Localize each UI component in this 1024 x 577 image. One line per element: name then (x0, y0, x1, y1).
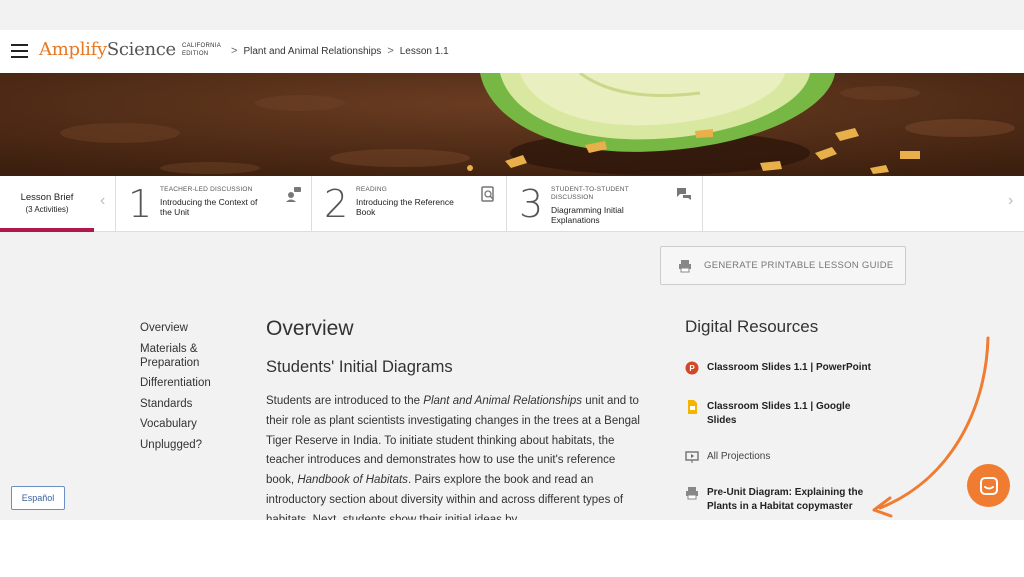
generate-lesson-guide-label: GENERATE PRINTABLE LESSON GUIDE (704, 260, 894, 271)
resource-link-google-slides[interactable]: Classroom Slides 1.1 | Google Slides (685, 400, 882, 428)
book-search-icon (481, 186, 494, 202)
activity-number: 3 (519, 182, 544, 226)
activity-title: Diagramming Initial Explanations (551, 205, 624, 225)
chevron-right-icon[interactable]: › (1008, 192, 1013, 210)
resource-link-all-projections[interactable]: All Projections (685, 450, 882, 464)
logo-product: Science (106, 39, 176, 60)
nav-vocabulary[interactable]: Vocabulary (140, 417, 240, 431)
chevron-left-icon[interactable]: ‹ (100, 192, 105, 210)
nav-overview[interactable]: Overview (140, 321, 240, 335)
lesson-brief-title: Lesson Brief (20, 192, 74, 203)
edition-label: CALIFORNIA EDITION (182, 42, 221, 58)
chat-bubbles-icon (677, 188, 691, 200)
print-icon (686, 487, 698, 500)
activity-number: 2 (324, 182, 349, 226)
activity-tab-2[interactable]: 2 READING Introducing the Reference Book (311, 176, 506, 232)
hero-banner-illustration (0, 73, 1024, 176)
breadcrumb-lesson[interactable]: Lesson 1.1 (400, 46, 449, 57)
breadcrumb-separator: > (231, 45, 238, 57)
nav-differentiation[interactable]: Differentiation (140, 376, 240, 390)
activity-tab-empty (702, 176, 1002, 232)
page-frame: AmplifyScience CALIFORNIA EDITION > Plant… (0, 0, 1024, 577)
app-viewport: AmplifyScience CALIFORNIA EDITION > Plant… (0, 0, 1024, 520)
activity-category: READING (356, 186, 388, 193)
lesson-brief-subtitle: (3 Activities) (25, 205, 69, 214)
printer-icon (679, 259, 691, 272)
chat-icon (979, 476, 998, 495)
activity-number: 1 (128, 182, 153, 226)
top-bar: AmplifyScience CALIFORNIA EDITION > Plant… (0, 30, 1024, 73)
resource-label: Classroom Slides 1.1 | Google Slides (707, 401, 851, 426)
activity-title: Introducing the Reference Book (356, 197, 454, 217)
resource-link-pre-unit-diagram[interactable]: Pre-Unit Diagram: Explaining the Plants … (685, 486, 882, 514)
nav-standards[interactable]: Standards (140, 397, 240, 411)
resource-link-powerpoint[interactable]: P Classroom Slides 1.1 | PowerPoint (685, 361, 882, 375)
breadcrumb-separator: > (387, 45, 394, 57)
projector-icon (685, 451, 699, 463)
activity-tab-3[interactable]: 3 STUDENT-TO-STUDENT DISCUSSION Diagramm… (506, 176, 702, 232)
book-title-italic: Handbook of Habitats (297, 474, 408, 487)
discussion-icon (286, 187, 301, 202)
app-logo[interactable]: AmplifyScience (39, 39, 176, 60)
breadcrumb: > Plant and Animal Relationships > Lesso… (231, 45, 449, 57)
main-content: Overview Students' Initial Diagrams Stud… (266, 316, 646, 520)
edition-line-2: EDITION (182, 51, 209, 57)
breadcrumb-unit[interactable]: Plant and Animal Relationships (243, 46, 381, 57)
digital-resources-panel: Digital Resources P Classroom Slides 1.1… (685, 316, 885, 512)
generate-lesson-guide-button[interactable]: GENERATE PRINTABLE LESSON GUIDE (660, 246, 906, 285)
page-title: Overview (266, 317, 354, 340)
digital-resources-heading: Digital Resources (685, 317, 819, 336)
unit-title-italic: Plant and Animal Relationships (423, 395, 583, 407)
activity-category: STUDENT-TO-STUDENT DISCUSSION (551, 186, 629, 201)
section-navigation: Overview Materials & Preparation Differe… (140, 321, 240, 458)
language-toggle-button[interactable]: Español (11, 486, 65, 510)
activity-title: Introducing the Context of the Unit (160, 197, 258, 217)
svg-text:P: P (689, 364, 695, 373)
google-slides-icon (688, 400, 697, 414)
overview-paragraph: Students are introduced to the Plant and… (266, 392, 646, 520)
resource-label: Pre-Unit Diagram: Explaining the Plants … (707, 487, 864, 512)
chat-support-button[interactable] (967, 464, 1010, 507)
tab-lesson-brief[interactable]: Lesson Brief (3 Activities) (0, 176, 94, 232)
edition-line-1: CALIFORNIA (182, 43, 222, 49)
paragraph-text: Students are introduced to the (266, 395, 424, 407)
powerpoint-icon: P (685, 361, 699, 375)
section-subheading: Students' Initial Diagrams (266, 358, 453, 376)
resource-label: All Projections (707, 451, 771, 462)
hero-artwork (0, 73, 1024, 176)
resource-label: Classroom Slides 1.1 | PowerPoint (707, 362, 871, 373)
nav-materials-preparation[interactable]: Materials & Preparation (140, 342, 240, 370)
activity-navigation-bar: Lesson Brief (3 Activities) ‹ 1 TEACHER-… (0, 176, 1024, 232)
activity-tab-1[interactable]: 1 TEACHER-LED DISCUSSION Introducing the… (115, 176, 311, 232)
paragraph-text: unit and to their role as plant scientis… (266, 395, 640, 487)
logo-brand: Amplify (39, 39, 107, 60)
hamburger-menu-icon[interactable] (11, 44, 28, 58)
activity-category: TEACHER-LED DISCUSSION (160, 186, 253, 193)
nav-unplugged[interactable]: Unplugged? (140, 438, 240, 452)
